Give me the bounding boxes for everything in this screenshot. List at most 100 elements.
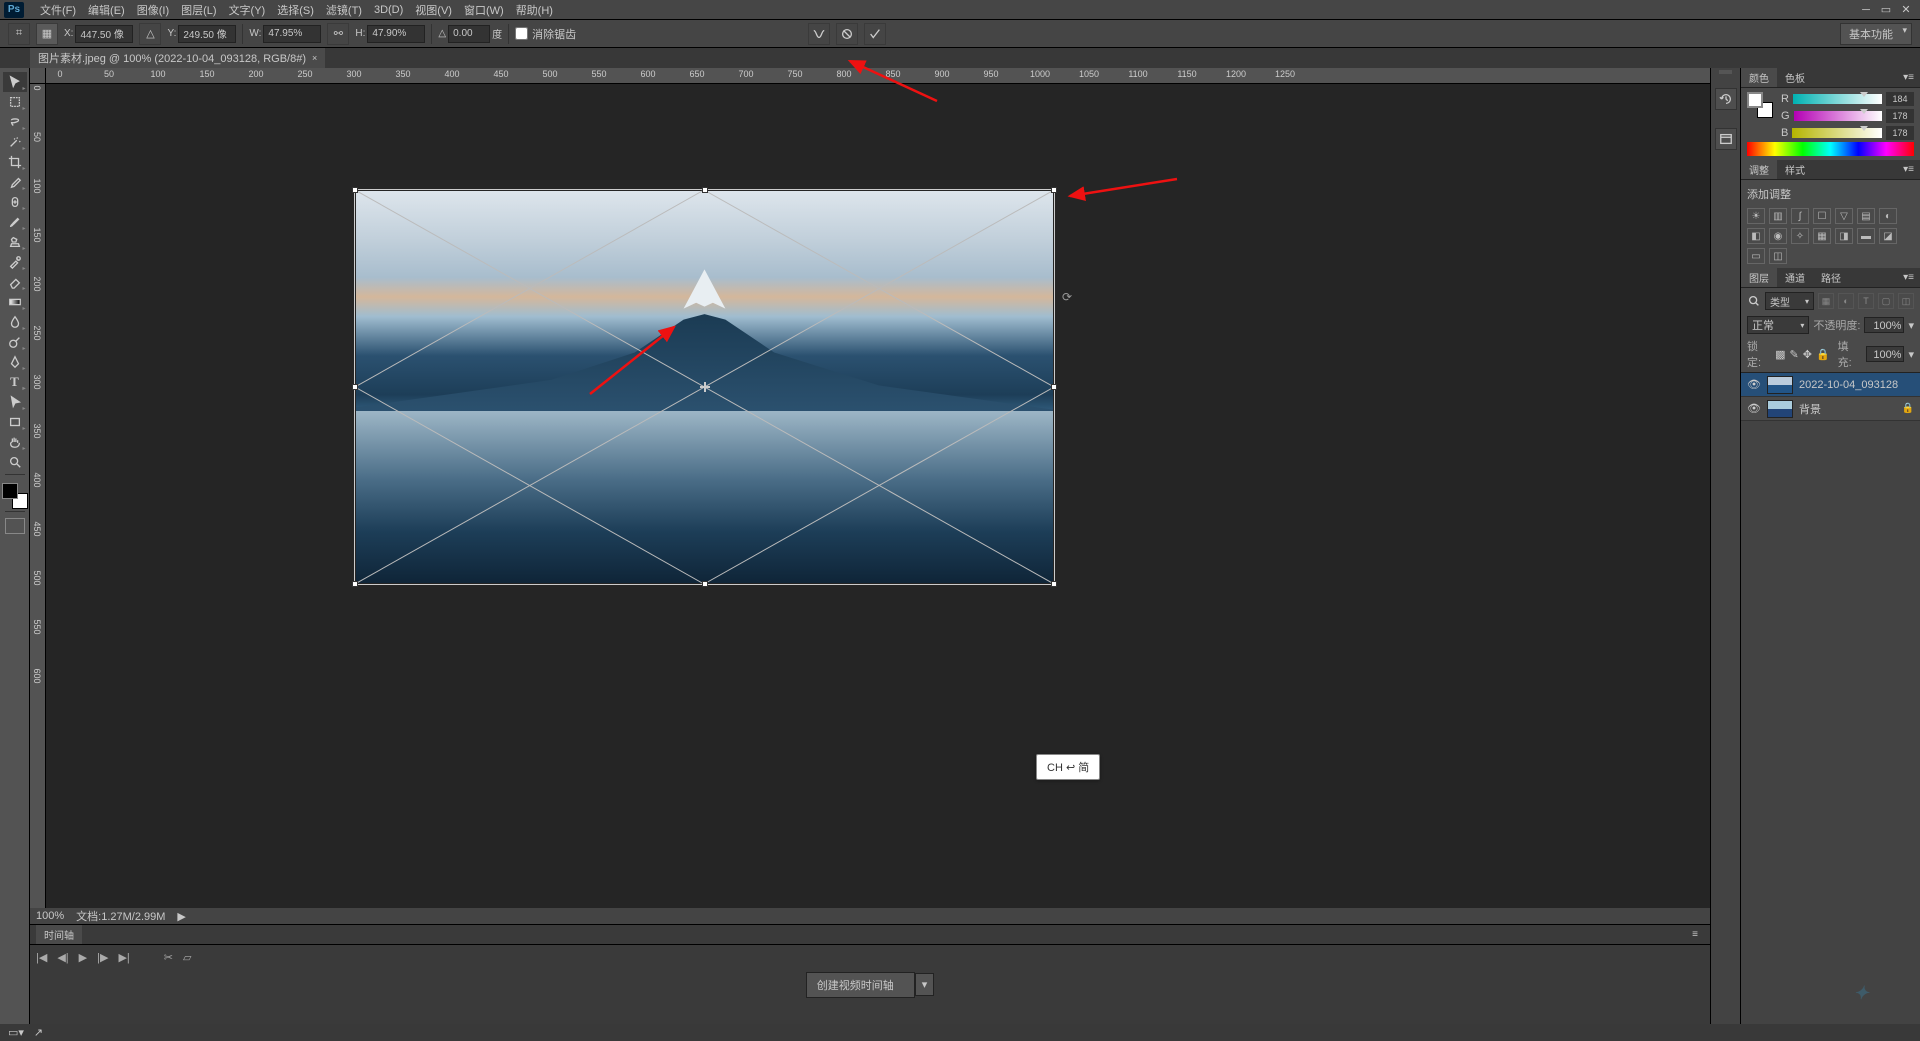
- lock-all-icon[interactable]: 🔒: [1816, 348, 1830, 361]
- b-slider[interactable]: [1792, 128, 1882, 138]
- tab-channels[interactable]: 通道: [1777, 268, 1813, 287]
- document-tab[interactable]: 图片素材.jpeg @ 100% (2022-10-04_093128, RGB…: [30, 48, 325, 68]
- tl-last-frame-icon[interactable]: ▶|: [118, 951, 129, 964]
- adj-lookup-icon[interactable]: ▦: [1813, 228, 1831, 244]
- commit-transform-icon[interactable]: [864, 23, 886, 45]
- tool-hand[interactable]: ▸: [3, 432, 27, 452]
- menu-file[interactable]: 文件(F): [34, 0, 82, 20]
- tool-eyedropper[interactable]: ▸: [3, 172, 27, 192]
- tool-move[interactable]: ▸: [3, 72, 27, 92]
- filter-adjust-icon[interactable]: ◐: [1838, 293, 1854, 309]
- layers-panel-menu[interactable]: ▾≡: [1897, 272, 1920, 283]
- transform-handle-ml[interactable]: [352, 384, 358, 390]
- close-button[interactable]: ✕: [1896, 2, 1916, 18]
- layer-kind-select[interactable]: 类型: [1765, 292, 1814, 310]
- adj-levels-icon[interactable]: ▥: [1769, 208, 1787, 224]
- tool-lasso[interactable]: ▸: [3, 112, 27, 132]
- adj-thresh-icon[interactable]: ◪: [1879, 228, 1897, 244]
- tab-color[interactable]: 颜色: [1741, 68, 1777, 87]
- transform-handle-br[interactable]: [1051, 581, 1057, 587]
- workspace-switcher[interactable]: 基本功能: [1840, 23, 1912, 45]
- transform-handle-tm[interactable]: [702, 187, 708, 193]
- adj-poster-icon[interactable]: ▬: [1857, 228, 1875, 244]
- tl-cut-icon[interactable]: ✂: [164, 951, 173, 964]
- adjust-panel-menu[interactable]: ▾≡: [1897, 164, 1920, 175]
- menu-select[interactable]: 选择(S): [271, 0, 320, 20]
- tool-gradient[interactable]: ▸: [3, 292, 27, 312]
- swap-xy-icon[interactable]: △: [139, 23, 161, 45]
- filter-smart-icon[interactable]: ◫: [1898, 293, 1914, 309]
- adj-photo-filter-icon[interactable]: ◉: [1769, 228, 1787, 244]
- r-slider[interactable]: [1793, 94, 1882, 104]
- fg-bg-colors[interactable]: [2, 483, 28, 509]
- transform-handle-bl[interactable]: [352, 581, 358, 587]
- layer-item[interactable]: 👁 背景 🔒: [1741, 397, 1920, 421]
- tool-eraser[interactable]: ▸: [3, 272, 27, 292]
- w-input[interactable]: [263, 25, 321, 43]
- layer-thumbnail[interactable]: [1767, 400, 1793, 418]
- color-panel-menu[interactable]: ▾≡: [1897, 72, 1920, 83]
- create-timeline-dropdown[interactable]: ▾: [915, 973, 935, 996]
- tl-transition-icon[interactable]: ▱: [183, 951, 191, 964]
- tab-layers[interactable]: 图层: [1741, 268, 1777, 287]
- tool-magic-wand[interactable]: ▸: [3, 132, 27, 152]
- create-timeline-button[interactable]: 创建视频时间轴: [806, 972, 915, 998]
- adj-chmix-icon[interactable]: ✧: [1791, 228, 1809, 244]
- menu-window[interactable]: 窗口(W): [458, 0, 510, 20]
- tool-type[interactable]: T▸: [3, 372, 27, 392]
- footer-menu-icon[interactable]: ▭▾: [8, 1026, 24, 1039]
- tool-blur[interactable]: ▸: [3, 312, 27, 332]
- transform-handle-bm[interactable]: [702, 581, 708, 587]
- layer-filter-icon[interactable]: [1747, 294, 1761, 308]
- transform-handle-tr[interactable]: [1051, 187, 1057, 193]
- history-panel-icon[interactable]: [1715, 88, 1737, 110]
- tool-path-select[interactable]: ▸: [3, 392, 27, 412]
- transform-handle-tl[interactable]: [352, 187, 358, 193]
- menu-3d[interactable]: 3D(D): [368, 2, 409, 18]
- g-slider[interactable]: [1794, 111, 1882, 121]
- adj-curves-icon[interactable]: ∫: [1791, 208, 1809, 224]
- cancel-transform-icon[interactable]: [836, 23, 858, 45]
- tool-brush[interactable]: ▸: [3, 212, 27, 232]
- tl-next-frame-icon[interactable]: |▶: [97, 951, 108, 964]
- r-value[interactable]: 184: [1886, 92, 1914, 106]
- link-wh-icon[interactable]: ⚯: [327, 23, 349, 45]
- layer-name[interactable]: 背景: [1799, 401, 1821, 417]
- tl-play-icon[interactable]: ▶: [79, 951, 87, 964]
- menu-layer[interactable]: 图层(L): [175, 0, 222, 20]
- tab-paths[interactable]: 路径: [1813, 268, 1849, 287]
- tool-zoom[interactable]: [3, 452, 27, 472]
- tl-prev-frame-icon[interactable]: ◀|: [57, 951, 68, 964]
- g-value[interactable]: 178: [1886, 109, 1914, 123]
- menu-type[interactable]: 文字(Y): [223, 0, 272, 20]
- x-input[interactable]: [75, 25, 133, 43]
- timeline-tab[interactable]: 时间轴: [36, 925, 82, 944]
- adj-invert-icon[interactable]: ◨: [1835, 228, 1853, 244]
- color-spectrum[interactable]: [1747, 142, 1914, 156]
- menu-view[interactable]: 视图(V): [409, 0, 458, 20]
- filter-shape-icon[interactable]: ▢: [1878, 293, 1894, 309]
- h-input[interactable]: [367, 25, 425, 43]
- adj-selcol-icon[interactable]: ◫: [1769, 248, 1787, 264]
- status-more-icon[interactable]: ▶: [177, 910, 185, 923]
- zoom-level[interactable]: 100%: [36, 910, 64, 922]
- adj-brightness-icon[interactable]: ☀: [1747, 208, 1765, 224]
- layer-item[interactable]: 👁 2022-10-04_093128: [1741, 373, 1920, 397]
- visibility-toggle-icon[interactable]: 👁: [1747, 378, 1761, 391]
- tool-pen[interactable]: ▸: [3, 352, 27, 372]
- ruler-vertical[interactable]: 050100150200250300350400450500550600: [30, 84, 46, 908]
- warp-mode-icon[interactable]: ⌗: [8, 23, 30, 45]
- properties-panel-icon[interactable]: [1715, 128, 1737, 150]
- lock-transparent-icon[interactable]: ▩: [1775, 348, 1785, 361]
- tool-rect[interactable]: ▸: [3, 412, 27, 432]
- adj-hsl-icon[interactable]: ▤: [1857, 208, 1875, 224]
- adj-exposure-icon[interactable]: ☐: [1813, 208, 1831, 224]
- menu-filter[interactable]: 滤镜(T): [320, 0, 368, 20]
- opacity-value[interactable]: 100%: [1864, 317, 1904, 333]
- adj-colbal-icon[interactable]: ◐: [1879, 208, 1897, 224]
- layer-name[interactable]: 2022-10-04_093128: [1799, 379, 1898, 391]
- adj-vibrance-icon[interactable]: ▽: [1835, 208, 1853, 224]
- menu-help[interactable]: 帮助(H): [510, 0, 559, 20]
- visibility-toggle-icon[interactable]: 👁: [1747, 402, 1761, 415]
- tool-healing[interactable]: ▸: [3, 192, 27, 212]
